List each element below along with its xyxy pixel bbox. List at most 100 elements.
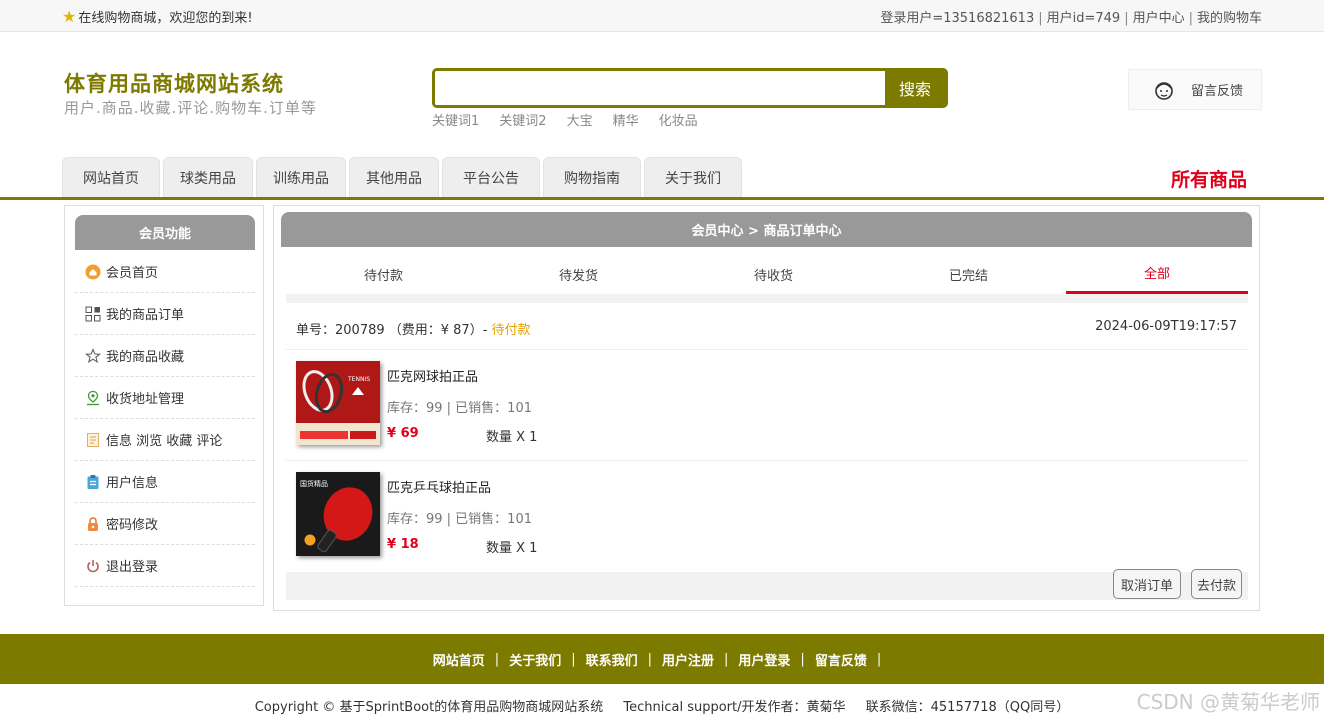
sidebar-item-label: 用户信息: [106, 476, 159, 491]
sidebar-item-label: 我的商品收藏: [106, 350, 185, 365]
tab-pending-shipment[interactable]: 待发货: [481, 254, 676, 294]
search-box: 搜索: [432, 68, 948, 108]
top-user-links: 登录用户=13516821613 | 用户id=749 | 用户中心 | 我的购物车: [880, 11, 1262, 26]
member-sidebar: 会员功能 会员首页 我的商品订单 我的商品收藏 收货地址管理 信息 浏览 收藏 …: [64, 205, 264, 606]
sidebar-item-label: 信息 浏览 收藏 评论: [106, 434, 223, 449]
order-number-text: 单号：200789 （费用：¥ 87）-: [296, 323, 488, 338]
welcome-text: 在线购物商城，欢迎您的到来!: [78, 11, 253, 26]
order-item: TENNIS 匹克网球拍正品 库存：99 | 已销售：101 ¥ 69 数量 X…: [296, 361, 1236, 451]
goods-quantity: 数量 X 1: [486, 541, 538, 556]
search-button[interactable]: 搜索: [885, 71, 945, 105]
sidebar-item-address[interactable]: 收货地址管理: [75, 377, 255, 419]
main-nav: 网站首页 球类用品 训练用品 其他用品 平台公告 购物指南 关于我们: [62, 157, 745, 197]
footer-link-login[interactable]: 用户登录: [738, 650, 790, 669]
tab-all[interactable]: 全部: [1066, 254, 1248, 294]
footer-link-about[interactable]: 关于我们: [509, 650, 561, 669]
sidebar-item-logout[interactable]: 退出登录: [75, 545, 255, 587]
login-user-label: 登录用户=13516821613: [880, 11, 1035, 26]
sidebar-item-orders[interactable]: 我的商品订单: [75, 293, 255, 335]
goods-stock: 库存：99 | 已销售：101: [387, 401, 532, 416]
user-id-label: 用户id=749: [1046, 11, 1121, 26]
order-status: 待付款: [491, 323, 531, 338]
site-title[interactable]: 体育用品商城网站系统: [64, 68, 284, 98]
sidebar-title: 会员功能: [75, 215, 255, 250]
hotword-4[interactable]: 精华: [613, 110, 639, 129]
divider: [286, 460, 1248, 461]
nav-tab-notice[interactable]: 平台公告: [442, 157, 540, 197]
document-icon: [87, 432, 99, 447]
pingpong-paddle-image[interactable]: 国货精品: [296, 472, 380, 556]
goods-name[interactable]: 匹克网球拍正品: [387, 366, 478, 385]
location-icon: [87, 390, 99, 405]
footer-link-feedback[interactable]: 留言反馈: [815, 650, 867, 669]
sidebar-item-password[interactable]: 密码修改: [75, 503, 255, 545]
nav-tab-ball[interactable]: 球类用品: [163, 157, 253, 197]
tab-completed[interactable]: 已完结: [871, 254, 1066, 294]
hotword-3[interactable]: 大宝: [567, 110, 593, 129]
clipboard-icon: [87, 474, 99, 489]
tennis-racket-image[interactable]: TENNIS: [296, 361, 380, 445]
user-center-link[interactable]: 用户中心: [1133, 11, 1185, 26]
power-icon: [87, 559, 99, 572]
sidebar-item-history[interactable]: 信息 浏览 收藏 评论: [75, 419, 255, 461]
tab-pending-payment[interactable]: 待付款: [286, 254, 481, 294]
welcome-message: ★ 在线购物商城，欢迎您的到来!: [62, 7, 253, 26]
tab-pending-receipt[interactable]: 待收货: [676, 254, 871, 294]
order-status-tabs: 待付款 待发货 待收货 已完结 全部: [286, 254, 1248, 294]
feedback-label: 留言反馈: [1191, 84, 1244, 99]
nav-divider: [0, 197, 1324, 200]
sidebar-item-user-info[interactable]: 用户信息: [75, 461, 255, 503]
grid-icon: [85, 306, 101, 321]
footer-link-contact[interactable]: 联系我们: [586, 650, 638, 669]
headset-icon: [1155, 81, 1173, 100]
nav-tab-home[interactable]: 网站首页: [62, 157, 160, 197]
breadcrumb: 会员中心 > 商品订单中心: [281, 212, 1252, 247]
support-text: Technical support/开发作者：黄菊华: [623, 700, 846, 715]
contact-text: 联系微信：45157718（QQ同号）: [865, 700, 1070, 715]
feedback-button[interactable]: 留言反馈: [1128, 69, 1262, 110]
watermark: CSDN @黄菊华老师: [1136, 690, 1320, 714]
top-bar: ★ 在线购物商城，欢迎您的到来! 登录用户=13516821613 | 用户id=7…: [0, 0, 1324, 32]
order-panel: 会员中心 > 商品订单中心 待付款 待发货 待收货 已完结 全部 单号：2007…: [273, 205, 1260, 611]
sidebar-item-favorites[interactable]: 我的商品收藏: [75, 335, 255, 377]
copyright-text: Copyright © 基于SprintBoot的体育用品购物商城网站系统: [254, 700, 604, 715]
home-icon: [85, 264, 101, 279]
order-action-bar: 取消订单 去付款: [286, 569, 1248, 600]
my-cart-link[interactable]: 我的购物车: [1197, 11, 1262, 26]
sidebar-item-label: 收货地址管理: [106, 392, 185, 407]
sidebar-item-label: 会员首页: [106, 266, 159, 281]
pay-button[interactable]: 去付款: [1191, 569, 1242, 599]
cancel-order-button[interactable]: 取消订单: [1113, 569, 1181, 599]
hotword-2[interactable]: 关键词2: [499, 110, 546, 129]
tab-underline-strip: [286, 294, 1248, 303]
search-input[interactable]: [435, 71, 887, 105]
sidebar-item-label: 退出登录: [106, 560, 159, 575]
star-outline-icon: [85, 347, 101, 363]
sidebar-item-member-home[interactable]: 会员首页: [75, 251, 255, 293]
divider: [286, 349, 1248, 350]
footer-link-register[interactable]: 用户注册: [662, 650, 714, 669]
hotword-5[interactable]: 化妆品: [659, 110, 698, 129]
nav-tab-about[interactable]: 关于我们: [644, 157, 742, 197]
footer-links: 网站首页 | 关于我们 | 联系我们 | 用户注册 | 用户登录 | 留言反馈 |: [0, 634, 1324, 684]
nav-tab-other[interactable]: 其他用品: [349, 157, 439, 197]
goods-stock: 库存：99 | 已销售：101: [387, 512, 532, 527]
order-number: 单号：200789 （费用：¥ 87）- 待付款: [296, 319, 531, 338]
star-icon: ★: [62, 6, 77, 26]
svg-text:国货精品: 国货精品: [300, 479, 328, 488]
hotword-1[interactable]: 关键词1: [432, 110, 479, 129]
hot-keywords: 关键词1 关键词2 大宝 精华 化妆品: [432, 110, 718, 129]
order-time: 2024-06-09T19:17:57: [1095, 319, 1237, 334]
goods-name[interactable]: 匹克乒乓球拍正品: [387, 477, 491, 496]
footer-link-home[interactable]: 网站首页: [433, 650, 485, 669]
lock-icon: [88, 516, 98, 531]
copyright: Copyright © 基于SprintBoot的体育用品购物商城网站系统 Te…: [0, 696, 1324, 715]
all-goods-link[interactable]: 所有商品: [1171, 165, 1247, 192]
site-subtitle: 用户.商品.收藏.评论.购物车.订单等: [64, 99, 317, 117]
svg-text:TENNIS: TENNIS: [347, 376, 370, 383]
sidebar-item-label: 我的商品订单: [106, 308, 185, 323]
nav-tab-training[interactable]: 训练用品: [256, 157, 346, 197]
nav-tab-guide[interactable]: 购物指南: [543, 157, 641, 197]
goods-price: ¥ 69: [387, 426, 419, 441]
goods-price: ¥ 18: [387, 537, 419, 552]
